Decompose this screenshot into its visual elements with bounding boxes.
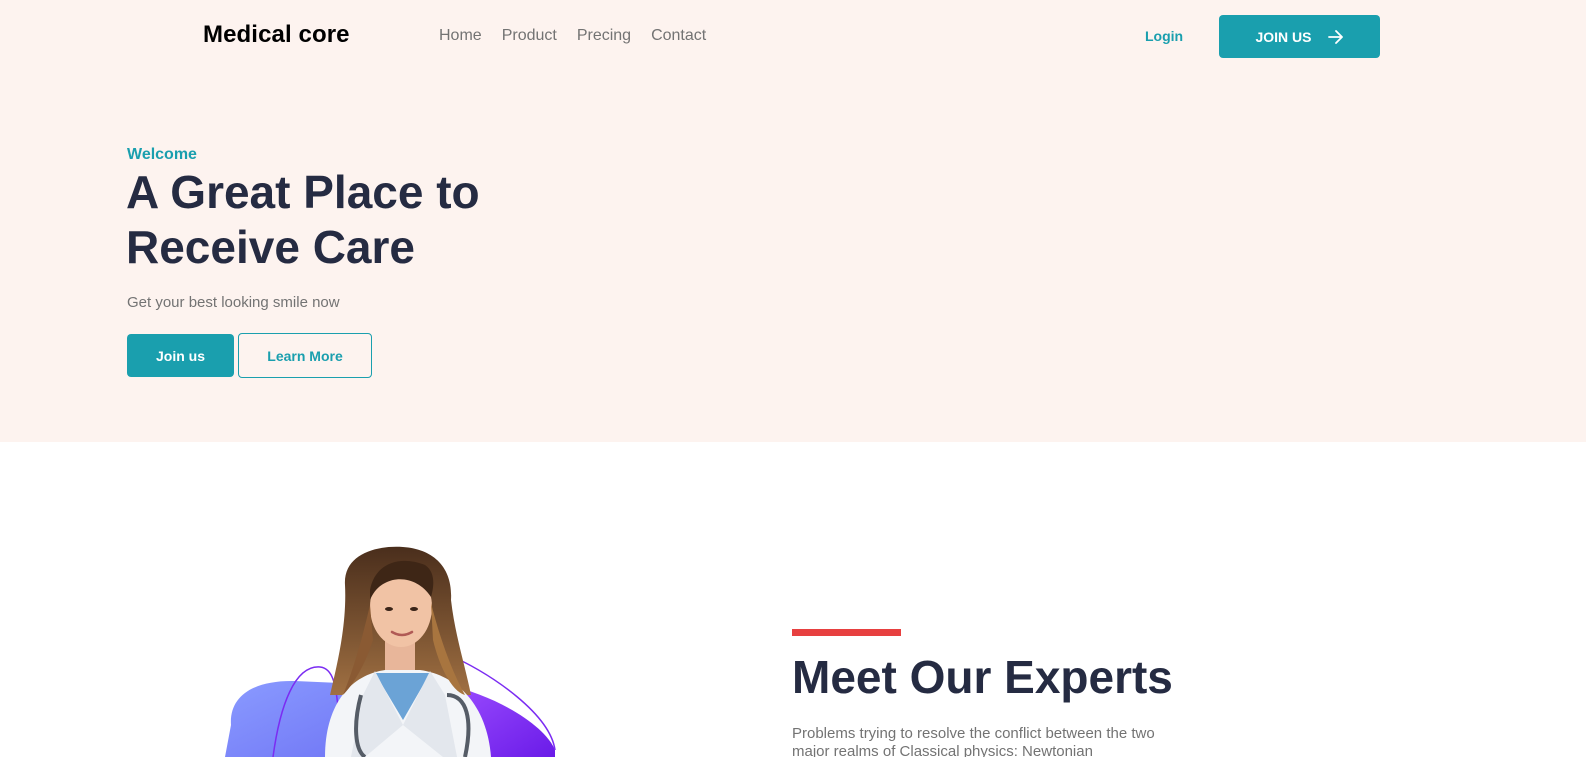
join-us-header-button[interactable]: JOIN US bbox=[1219, 15, 1380, 58]
doctor-illustration bbox=[225, 545, 565, 757]
nav-contact[interactable]: Contact bbox=[651, 27, 706, 45]
logo[interactable]: Medical core bbox=[203, 21, 350, 49]
learn-more-button[interactable]: Learn More bbox=[238, 333, 372, 378]
hero-subtext: Get your best looking smile now bbox=[127, 294, 340, 311]
arrow-right-icon bbox=[1327, 29, 1343, 44]
hero-headline: A Great Place to Receive Care bbox=[126, 165, 646, 275]
hero-headline-line-2: Receive Care bbox=[126, 221, 415, 273]
join-us-header-label: JOIN US bbox=[1255, 28, 1312, 45]
experts-title: Meet Our Experts bbox=[792, 651, 1173, 703]
experts-description: Problems trying to resolve the conflict … bbox=[792, 725, 1155, 757]
join-us-button[interactable]: Join us bbox=[127, 334, 234, 377]
login-link[interactable]: Login bbox=[1145, 28, 1183, 44]
nav-product[interactable]: Product bbox=[502, 27, 557, 45]
nav-pricing[interactable]: Precing bbox=[577, 27, 631, 45]
nav-home[interactable]: Home bbox=[439, 27, 482, 45]
doctor-image bbox=[225, 546, 556, 757]
main-nav: Home Product Precing Contact bbox=[439, 27, 706, 45]
section-accent-bar bbox=[792, 629, 901, 636]
hero-eyebrow: Welcome bbox=[127, 146, 197, 163]
hero-headline-line-1: A Great Place to bbox=[126, 166, 480, 218]
